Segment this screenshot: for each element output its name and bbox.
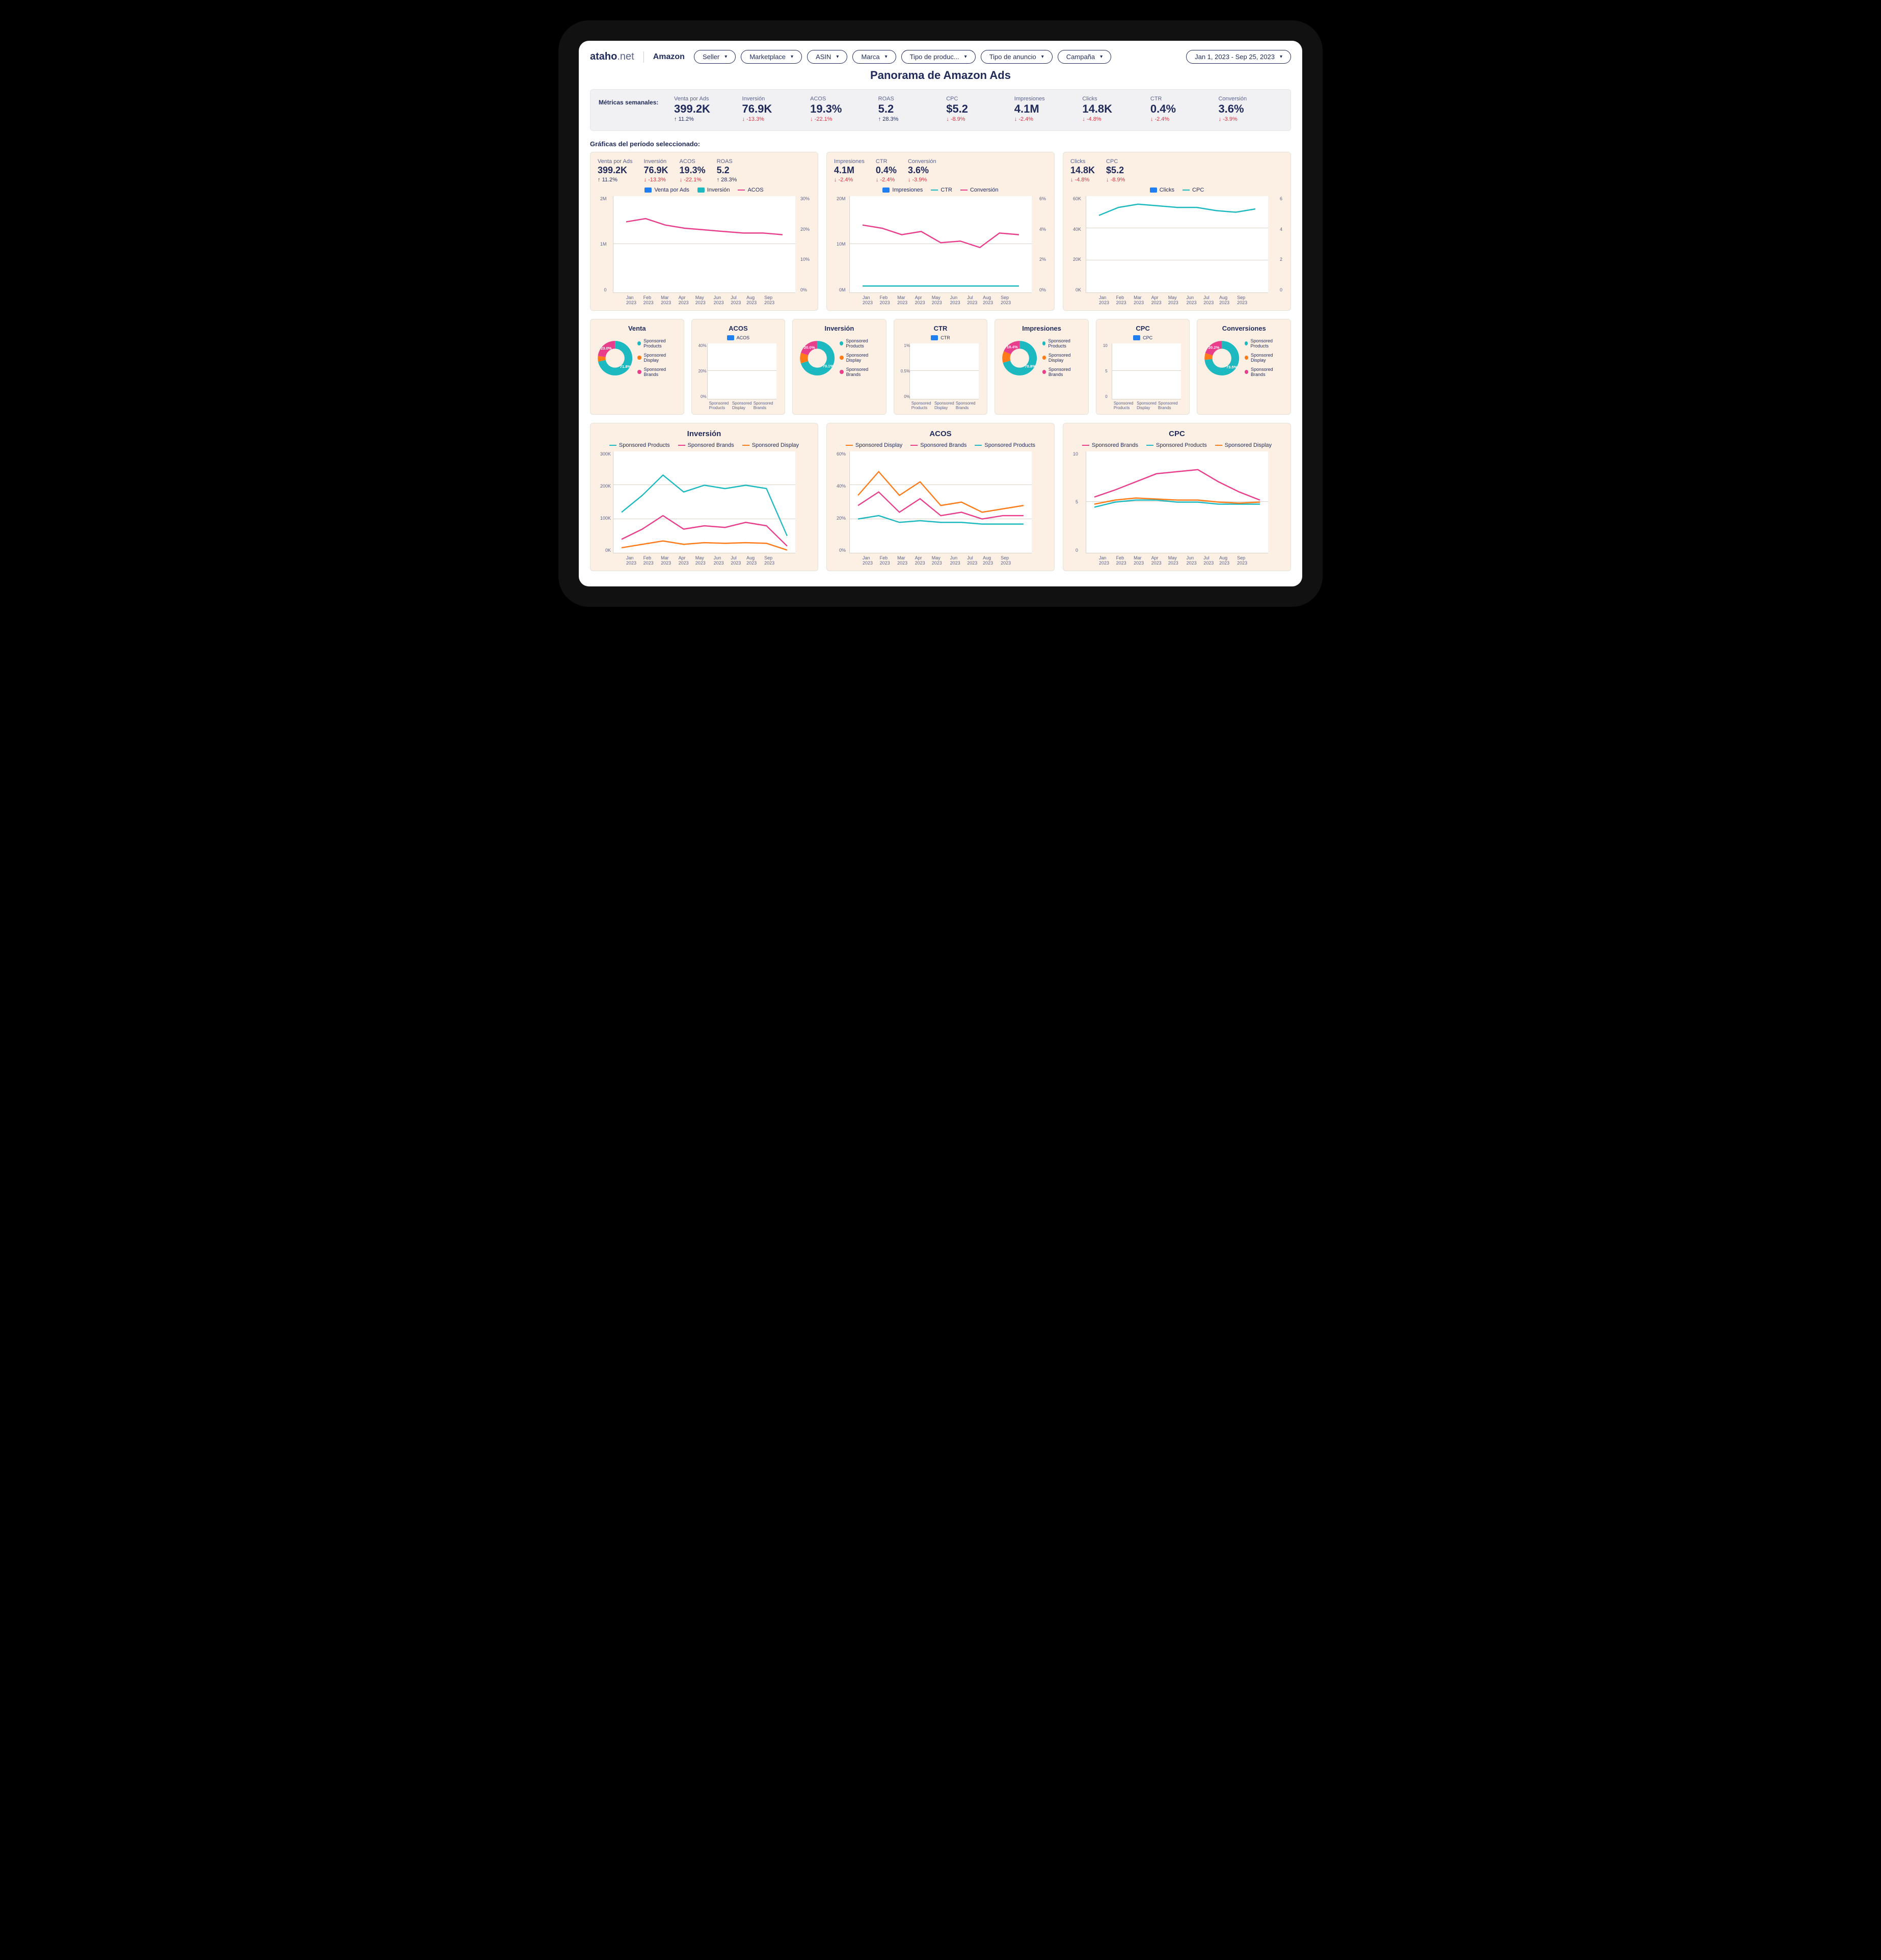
period-label: Gráficas del período seleccionado:	[590, 140, 1291, 148]
chart-cpc-bars: CPCCPC1050Sponsored ProductsSponsored Di…	[1096, 319, 1190, 415]
filter-marca[interactable]: Marca▾	[852, 50, 896, 64]
chevron-down-icon: ▾	[885, 54, 888, 60]
svg-text:70.8%: 70.8%	[1025, 364, 1036, 369]
filter-seller[interactable]: Seller▾	[694, 50, 736, 64]
chevron-down-icon: ▾	[724, 54, 727, 60]
svg-text:70.1%: 70.1%	[823, 364, 834, 368]
chart-conversiones-donut: Conversiones73.5%20.2%Sponsored Products…	[1197, 319, 1291, 415]
filter-campa-a[interactable]: Campaña▾	[1058, 50, 1111, 64]
chart-inversion-lines: InversiónSponsored ProductsSponsored Bra…	[590, 423, 818, 571]
chart-clicks-cpc: Clicks14.8K-4.8%CPC$5.2-8.9%ClicksCPC60K…	[1063, 152, 1291, 311]
filter-marketplace[interactable]: Marketplace▾	[741, 50, 802, 64]
chart-ctr-bars: CTRCTR1%0.5%0%Sponsored ProductsSponsore…	[894, 319, 988, 415]
kpi-clicks: Clicks14.8K-4.8%	[1082, 96, 1146, 122]
chevron-down-icon: ▾	[791, 54, 793, 60]
kpi-ctr: CTR0.4%-2.4%	[1150, 96, 1215, 122]
weekly-metrics: Métricas semanales: Venta por Ads399.2K1…	[590, 89, 1291, 131]
filter-tipo-de-produc-[interactable]: Tipo de produc...▾	[901, 50, 976, 64]
svg-text:73.5%: 73.5%	[1226, 365, 1238, 369]
divider	[643, 51, 644, 63]
filter-asin[interactable]: ASIN▾	[807, 50, 847, 64]
filter-tipo-de-anuncio[interactable]: Tipo de anuncio▾	[981, 50, 1053, 64]
svg-text:23.0%: 23.0%	[601, 346, 612, 351]
kpi-venta-por-ads: Venta por Ads399.2K11.2%	[674, 96, 738, 122]
svg-text:18.4%: 18.4%	[1007, 345, 1018, 350]
kpi-inversi-n: Inversión76.9K-13.3%	[742, 96, 807, 122]
chart-venta-donut: Venta71.8%23.0%Sponsored ProductsSponsor…	[590, 319, 684, 415]
chevron-down-icon: ▾	[1041, 54, 1044, 60]
chart-impresiones-donut: Impresiones70.8%18.4%Sponsored ProductsS…	[995, 319, 1089, 415]
chart-acos-bars: ACOSACOS40%20%0%Sponsored ProductsSponso…	[691, 319, 786, 415]
svg-text:20.0%: 20.0%	[804, 345, 815, 350]
chart-inversion-donut: Inversión70.1%20.0%Sponsored ProductsSpo…	[792, 319, 886, 415]
header: ataho.net Amazon Seller▾ Marketplace▾ ASIN…	[590, 50, 1291, 64]
chevron-down-icon: ▾	[836, 54, 839, 60]
chart-cpc-lines: CPCSponsored BrandsSponsored ProductsSpo…	[1063, 423, 1291, 571]
logo: ataho.net	[590, 51, 634, 63]
svg-text:20.2%: 20.2%	[1208, 345, 1220, 350]
svg-text:71.8%: 71.8%	[620, 364, 631, 369]
chart-acos-lines: ACOSSponsored DisplaySponsored BrandsSpo…	[826, 423, 1055, 571]
chart-venta-inversion-acos: Venta por Ads399.2K11.2%Inversión76.9K-1…	[590, 152, 818, 311]
chevron-down-icon: ▾	[964, 54, 967, 60]
kpi-acos: ACOS19.3%-22.1%	[810, 96, 874, 122]
kpi-cpc: CPC$5.2-8.9%	[946, 96, 1010, 122]
page-title: Panorama de Amazon Ads	[590, 69, 1291, 82]
chevron-down-icon: ▾	[1280, 54, 1282, 60]
kpi-impresiones: Impresiones4.1M-2.4%	[1014, 96, 1079, 122]
chevron-down-icon: ▾	[1100, 54, 1103, 60]
date-range-picker[interactable]: Jan 1, 2023 - Sep 25, 2023▾	[1186, 50, 1291, 64]
breadcrumb: Amazon	[653, 52, 685, 62]
kpi-roas: ROAS5.228.3%	[878, 96, 943, 122]
kpi-conversi-n: Conversión3.6%-3.9%	[1218, 96, 1282, 122]
chart-impresiones-ctr-conversion: Impresiones4.1M-2.4%CTR0.4%-2.4%Conversi…	[826, 152, 1055, 311]
weekly-label: Métricas semanales:	[599, 96, 670, 106]
